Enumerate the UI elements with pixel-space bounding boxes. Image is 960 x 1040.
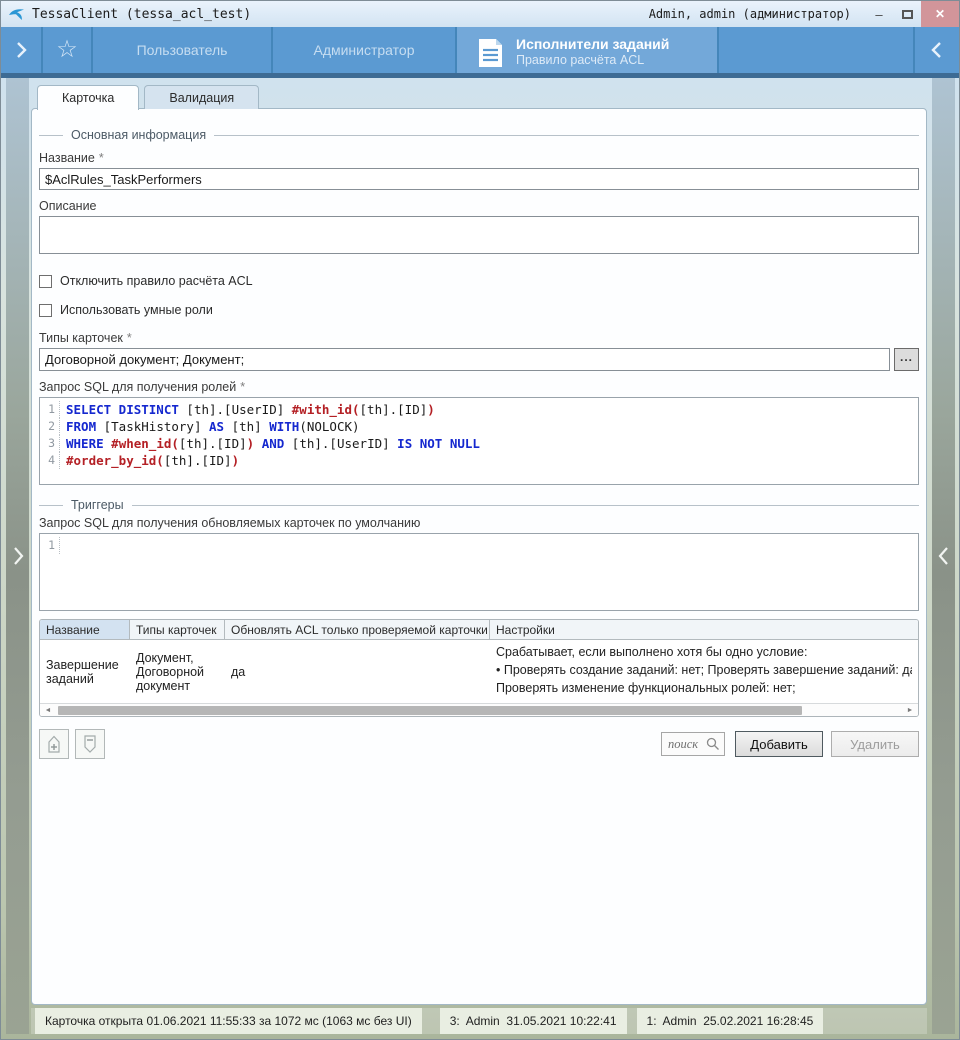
shield-plus-icon (45, 734, 63, 754)
card-types-picker-button[interactable]: ... (894, 348, 919, 371)
smart-roles-label: Использовать умные роли (60, 303, 213, 317)
triggers-grid: Название Типы карточек Обновлять ACL тол… (39, 619, 919, 717)
required-mark: * (99, 151, 104, 165)
close-button[interactable]: ✕ (921, 1, 959, 27)
navbar: ☆ Пользователь Администратор Исполнители… (1, 27, 959, 78)
column-header-only-checked[interactable]: Обновлять ACL только проверяемой карточк… (225, 620, 490, 639)
delete-button[interactable]: Удалить (831, 731, 919, 757)
required-mark: * (240, 380, 245, 394)
sql-roles-label: Запрос SQL для получения ролей* (39, 380, 919, 394)
scroll-right-icon[interactable]: ► (902, 704, 918, 717)
nav-tab-user[interactable]: Пользователь (93, 27, 273, 73)
group-title: Триггеры (63, 498, 132, 512)
checkbox-row-disable-acl: Отключить правило расчёта ACL (39, 274, 919, 288)
chevron-left-icon (938, 545, 950, 567)
table-row[interactable]: Завершение заданий Документ, Договорной … (40, 640, 918, 703)
status-version-1: 1: Admin 25.02.2021 16:28:45 (637, 1008, 824, 1034)
line-number: 1 (40, 401, 60, 418)
app-logo-icon (8, 6, 26, 22)
acl-add-shield-button[interactable] (39, 729, 69, 759)
nav-tab-admin[interactable]: Администратор (273, 27, 457, 73)
search-input[interactable] (668, 737, 706, 752)
statusbar: Карточка открыта 01.06.2021 11:55:33 за … (31, 1008, 927, 1034)
scrollbar-track[interactable] (56, 704, 902, 717)
sql-update-editor[interactable]: 1 (39, 533, 919, 611)
chevron-right-icon (15, 40, 27, 60)
maximize-button[interactable] (893, 1, 921, 27)
search-box (661, 732, 725, 756)
active-tab-subtitle: Правило расчёта ACL (516, 53, 669, 69)
favorites-button[interactable]: ☆ (43, 27, 93, 73)
user-info: Admin, admin (администратор) (649, 7, 851, 21)
status-card-opened: Карточка открыта 01.06.2021 11:55:33 за … (35, 1008, 422, 1034)
card-types-row: ... (39, 348, 919, 371)
search-icon (706, 737, 720, 751)
star-icon: ☆ (56, 38, 78, 62)
tessa-client-window: TessaClient (tessa_acl_test) Admin, admi… (0, 0, 960, 1040)
titlebar: TessaClient (tessa_acl_test) Admin, admi… (1, 1, 959, 27)
cell-name: Завершение заданий (40, 640, 130, 703)
column-header-card-types[interactable]: Типы карточек (130, 620, 225, 639)
disable-acl-checkbox[interactable] (39, 275, 52, 288)
group-triggers: Триггеры (39, 498, 919, 512)
chevron-left-icon (931, 40, 943, 60)
grid-header: Название Типы карточек Обновлять ACL тол… (40, 620, 918, 640)
checkbox-row-smart-roles: Использовать умные роли (39, 303, 919, 317)
line-number: 3 (40, 435, 60, 452)
column-header-name[interactable]: Название (40, 620, 130, 639)
tab-validation[interactable]: Валидация (144, 85, 259, 109)
right-panel-toggle[interactable] (932, 78, 955, 1034)
sql-update-label: Запрос SQL для получения обновляемых кар… (39, 516, 919, 530)
document-icon (477, 37, 504, 69)
scrollbar-thumb[interactable] (58, 706, 802, 715)
maximize-icon (902, 10, 913, 19)
sql-roles-editor[interactable]: 1SELECT DISTINCT [th].[UserID] #with_id(… (39, 397, 919, 485)
minimize-button[interactable]: – (865, 1, 893, 27)
line-number: 4 (40, 452, 60, 469)
cell-card-types: Документ, Договорной документ (130, 640, 225, 703)
required-mark: * (127, 331, 132, 345)
group-main-info: Основная информация (39, 128, 919, 142)
scroll-left-icon[interactable]: ◄ (40, 704, 56, 717)
add-button[interactable]: Добавить (735, 731, 823, 757)
line-number: 2 (40, 418, 60, 435)
grid-toolbar: Добавить Удалить (39, 729, 919, 759)
smart-roles-checkbox[interactable] (39, 304, 52, 317)
card-types-input[interactable] (39, 348, 890, 371)
name-input[interactable] (39, 168, 919, 190)
cell-settings: Срабатывает, если выполнено хотя бы одно… (490, 640, 918, 703)
window-title: TessaClient (tessa_acl_test) (32, 7, 251, 22)
acl-remove-shield-button[interactable] (75, 729, 105, 759)
tab-card[interactable]: Карточка (37, 85, 139, 110)
disable-acl-label: Отключить правило расчёта ACL (60, 274, 253, 288)
group-title: Основная информация (63, 128, 214, 142)
active-tab-title: Исполнители заданий (516, 36, 669, 54)
status-version-3: 3: Admin 31.05.2021 10:22:41 (440, 1008, 627, 1034)
card-panel: Основная информация Название* Описание О… (31, 108, 927, 1005)
left-panel-toggle[interactable] (6, 78, 29, 1034)
description-label: Описание (39, 199, 919, 213)
shield-minus-icon (81, 734, 99, 754)
chevron-right-icon (12, 545, 24, 567)
card-types-label: Типы карточек* (39, 331, 919, 345)
line-number: 1 (40, 537, 60, 554)
name-label: Название* (39, 151, 919, 165)
description-input[interactable] (39, 216, 919, 254)
card-page-tabs: Карточка Валидация (37, 85, 259, 110)
nav-collapse-button[interactable] (913, 27, 959, 73)
nav-expand-button[interactable] (1, 27, 43, 73)
column-header-settings[interactable]: Настройки (490, 620, 918, 639)
cell-only-checked: да (225, 640, 490, 703)
horizontal-scrollbar[interactable]: ◄ ► (40, 703, 918, 716)
nav-tab-active[interactable]: Исполнители заданий Правило расчёта ACL (457, 27, 719, 78)
